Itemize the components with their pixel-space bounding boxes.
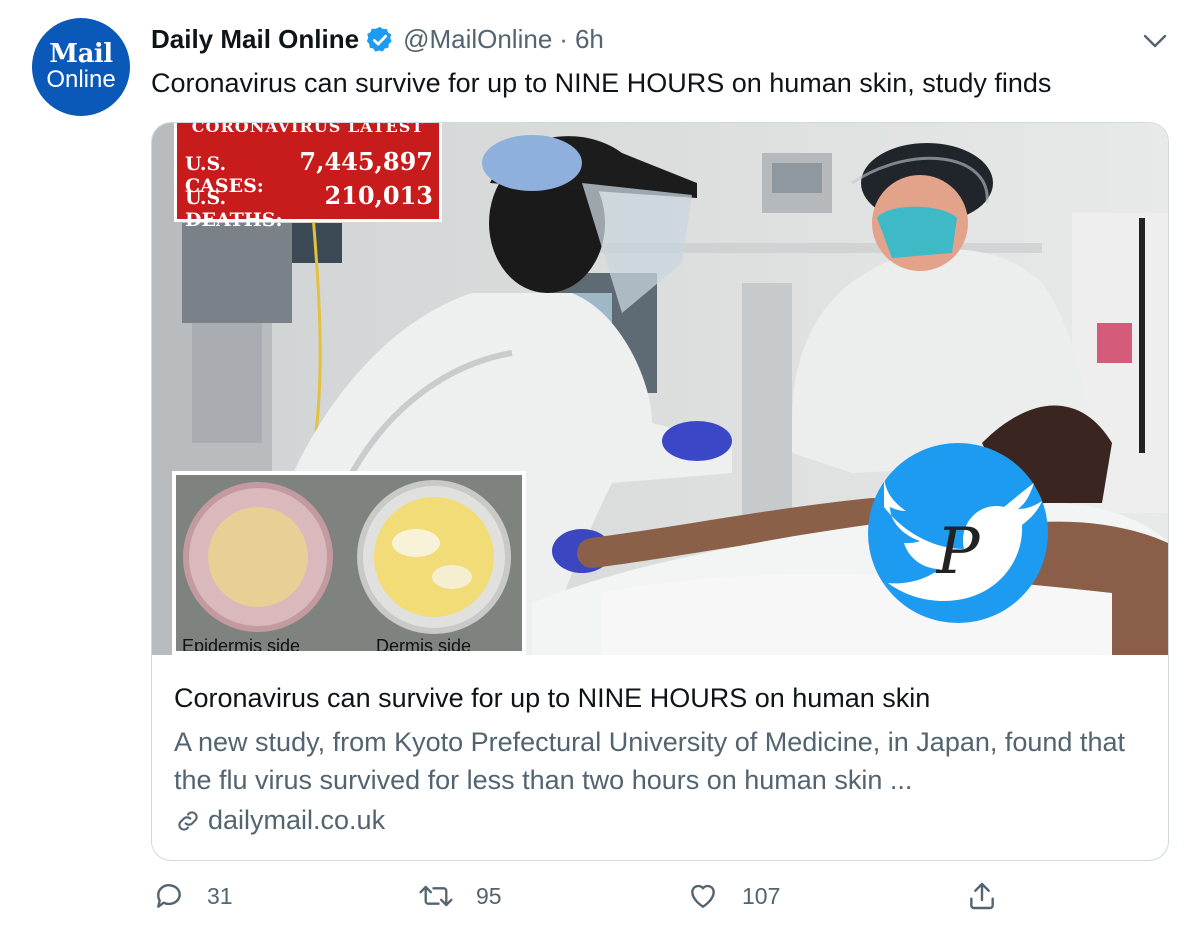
retweet-button[interactable]: 95	[418, 880, 502, 912]
share-button[interactable]	[966, 880, 1020, 912]
like-button[interactable]: 107	[686, 880, 780, 912]
like-icon	[691, 884, 715, 908]
card-image[interactable]: P CORONAVIRUS LATEST U.S. CASES: 7,445,8…	[152, 123, 1168, 655]
stats-row-deaths: U.S. DEATHS: 210,013	[185, 181, 433, 231]
timestamp[interactable]: 6h	[575, 24, 604, 55]
twitter-bird-watermark-icon: P	[868, 443, 1048, 623]
inset-caption-right: Dermis side	[376, 636, 472, 651]
inset-caption-left: Epidermis side	[182, 636, 301, 651]
reply-button[interactable]: 31	[153, 880, 233, 912]
reply-count: 31	[207, 882, 233, 909]
card-title[interactable]: Coronavirus can survive for up to NINE H…	[174, 683, 930, 714]
card-link[interactable]: dailymail.co.uk	[174, 805, 385, 836]
tweet-text: Coronavirus can survive for up to NINE H…	[151, 68, 1052, 98]
avatar-text-online: Online	[46, 66, 116, 93]
separator-dot: ·	[559, 24, 568, 54]
like-count: 107	[742, 882, 781, 909]
avatar-text-mail: Mail	[49, 39, 113, 69]
retweet-icon	[419, 885, 453, 907]
retweet-count: 95	[476, 882, 502, 909]
share-icon	[970, 882, 994, 910]
watermark-letter: P	[935, 515, 980, 589]
petri-dish-inset: Epidermis side Dermis side	[172, 471, 526, 655]
chevron-down-icon[interactable]	[1140, 26, 1170, 56]
display-name[interactable]: Daily Mail Online	[151, 24, 359, 55]
tweet-header: Daily Mail Online @MailOnline · 6h	[151, 24, 604, 55]
action-bar: 31 95 107	[0, 880, 1200, 924]
deaths-label: U.S. DEATHS:	[185, 187, 283, 231]
reply-icon	[157, 884, 181, 908]
petri-dishes	[176, 475, 522, 651]
cases-value: 7,445,897	[299, 147, 433, 176]
link-card[interactable]: P CORONAVIRUS LATEST U.S. CASES: 7,445,8…	[151, 122, 1169, 861]
card-link-text: dailymail.co.uk	[208, 805, 386, 835]
stats-banner: CORONAVIRUS LATEST U.S. CASES: 7,445,897…	[174, 122, 442, 231]
verified-badge-icon	[366, 26, 392, 52]
link-icon	[178, 810, 198, 831]
card-description: A new study, from Kyoto Prefectural Univ…	[174, 727, 1125, 795]
stats-banner-title: CORONAVIRUS LATEST	[191, 122, 425, 136]
avatar[interactable]: Mail Online	[32, 18, 130, 116]
petri-dish-photo: Epidermis side Dermis side	[176, 475, 522, 651]
handle[interactable]: @MailOnline	[403, 24, 552, 55]
deaths-value: 210,013	[324, 181, 433, 210]
